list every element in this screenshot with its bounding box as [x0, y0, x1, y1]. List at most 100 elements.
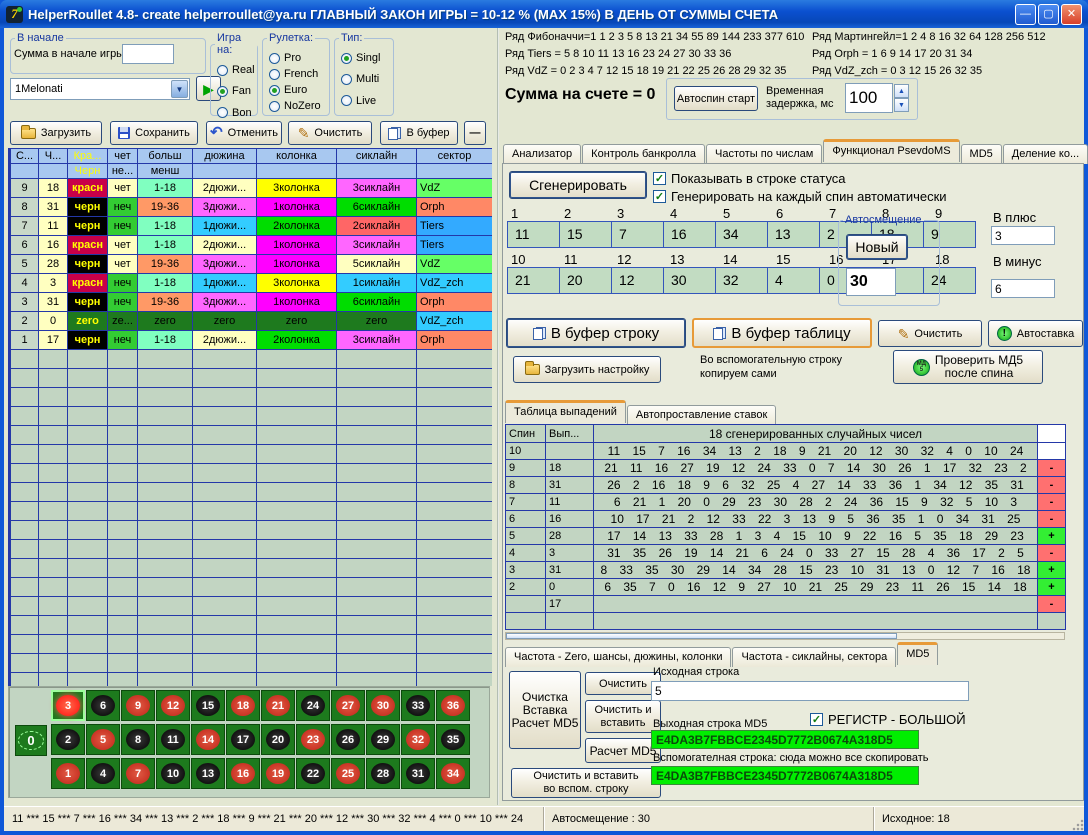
- preset-combo[interactable]: 1Melonati ▼: [10, 78, 190, 100]
- register-checkbox[interactable]: ✓ РЕГИСТР - БОЛЬШОЙ: [810, 712, 966, 727]
- очистить-button[interactable]: ✎Очистить: [288, 121, 372, 145]
- column-header[interactable]: [257, 164, 337, 179]
- radio-option-real[interactable]: Real: [217, 64, 255, 76]
- roulette-cell-34[interactable]: 34: [436, 758, 470, 789]
- column-header[interactable]: сектор: [417, 149, 493, 164]
- md5-calc-button[interactable]: Расчет MD5: [585, 738, 661, 763]
- column-header[interactable]: чет: [108, 149, 138, 164]
- roulette-cell-1[interactable]: 1: [51, 758, 85, 789]
- roulette-cell-12[interactable]: 12: [156, 690, 190, 721]
- roulette-cell-33[interactable]: 33: [401, 690, 435, 721]
- spinner-up-icon[interactable]: ▲: [894, 84, 909, 98]
- radio-option-bon[interactable]: Bon: [217, 107, 252, 119]
- column-header[interactable]: С...: [11, 149, 39, 164]
- roulette-cell-4[interactable]: 4: [86, 758, 120, 789]
- spin-table-scrollbar[interactable]: [505, 632, 1065, 640]
- в буфер-button[interactable]: В буфер: [380, 121, 458, 145]
- roulette-cell-36[interactable]: 36: [436, 690, 470, 721]
- roulette-cell-27[interactable]: 27: [331, 690, 365, 721]
- roulette-cell-30[interactable]: 30: [366, 690, 400, 721]
- clear-gen-button[interactable]: ✎ Очистить: [878, 320, 982, 347]
- roulette-cell-16[interactable]: 16: [226, 758, 260, 789]
- collapse-button[interactable]: —: [464, 121, 486, 145]
- column-header[interactable]: [417, 164, 493, 179]
- roulette-cell-zero[interactable]: 0: [15, 725, 47, 756]
- column-header[interactable]: [193, 164, 257, 179]
- radio-option-nozero[interactable]: NoZero: [269, 100, 321, 112]
- roulette-cell-24[interactable]: 24: [296, 690, 330, 721]
- column-header[interactable]: [337, 164, 417, 179]
- roulette-cell-14[interactable]: 14: [191, 724, 225, 755]
- delay-input[interactable]: [845, 83, 893, 113]
- subtab-1[interactable]: Автопроставление ставок: [627, 405, 776, 425]
- md5-clear-paste-aux-button[interactable]: Очистить и вставить во вспом. строку: [511, 768, 661, 798]
- roulette-cell-6[interactable]: 6: [86, 690, 120, 721]
- md5-source-input[interactable]: [651, 681, 969, 701]
- minus-input[interactable]: [991, 279, 1055, 298]
- roulette-cell-13[interactable]: 13: [191, 758, 225, 789]
- md5-clear-button[interactable]: Очистить: [585, 672, 661, 695]
- radio-option-pro[interactable]: Pro: [269, 52, 301, 64]
- roulette-cell-21[interactable]: 21: [261, 690, 295, 721]
- offset-value-input[interactable]: [846, 268, 896, 296]
- generate-button[interactable]: Сгенерировать: [509, 171, 647, 199]
- roulette-cell-7[interactable]: 7: [121, 758, 155, 789]
- start-sum-input[interactable]: [122, 44, 174, 64]
- roulette-cell-3[interactable]: 3: [51, 690, 85, 721]
- column-header[interactable]: сиклайн: [337, 149, 417, 164]
- roulette-cell-15[interactable]: 15: [191, 690, 225, 721]
- tab-3[interactable]: Функционал PsevdoMS: [823, 139, 959, 162]
- tab-0[interactable]: Анализатор: [503, 144, 581, 164]
- roulette-cell-10[interactable]: 10: [156, 758, 190, 789]
- freqtab-0[interactable]: Частота - Zero, шансы, дюжины, колонки: [505, 647, 731, 667]
- radio-option-french[interactable]: French: [269, 68, 318, 80]
- radio-option-multi[interactable]: Multi: [341, 73, 379, 85]
- roulette-cell-26[interactable]: 26: [331, 724, 365, 755]
- freqtab-2[interactable]: MD5: [897, 642, 938, 665]
- column-header[interactable]: Ч...: [39, 149, 68, 164]
- roulette-cell-9[interactable]: 9: [121, 690, 155, 721]
- spinner-down-icon[interactable]: ▼: [894, 98, 909, 112]
- column-header[interactable]: не...: [108, 164, 138, 179]
- maximize-button[interactable]: ▢: [1038, 4, 1059, 25]
- radio-option-fan[interactable]: Fan: [217, 85, 251, 97]
- autospin-start-button[interactable]: Автоспин старт: [674, 86, 758, 111]
- load-settings-button[interactable]: Загрузить настройку: [513, 356, 661, 383]
- scrollbar-thumb[interactable]: [506, 633, 897, 639]
- roulette-cell-20[interactable]: 20: [261, 724, 295, 755]
- new-offset-button[interactable]: Новый: [846, 234, 908, 260]
- md5-big-button[interactable]: Очистка Вставка Расчет MD5: [509, 671, 581, 749]
- column-header[interactable]: больш: [138, 149, 193, 164]
- tab-2[interactable]: Частоты по числам: [706, 144, 822, 164]
- tab-5[interactable]: Деление ко...: [1003, 144, 1088, 164]
- buffer-table-button[interactable]: В буфер таблицу: [692, 318, 872, 348]
- сохранить-button[interactable]: Сохранить: [110, 121, 198, 145]
- roulette-cell-2[interactable]: 2: [51, 724, 85, 755]
- check-md5-button[interactable]: МД5 Проверить МД5 после спина: [893, 350, 1043, 384]
- отменить-button[interactable]: ↶Отменить: [206, 121, 282, 145]
- roulette-cell-5[interactable]: 5: [86, 724, 120, 755]
- close-button[interactable]: ✕: [1061, 4, 1082, 25]
- combo-dropdown-icon[interactable]: ▼: [171, 80, 188, 98]
- roulette-cell-17[interactable]: 17: [226, 724, 260, 755]
- resize-grip[interactable]: [1072, 819, 1084, 831]
- roulette-cell-8[interactable]: 8: [121, 724, 155, 755]
- column-header[interactable]: менш: [138, 164, 193, 179]
- roulette-cell-31[interactable]: 31: [401, 758, 435, 789]
- buffer-line-button[interactable]: В буфер строку: [506, 318, 686, 348]
- roulette-cell-35[interactable]: 35: [436, 724, 470, 755]
- minimize-button[interactable]: —: [1015, 4, 1036, 25]
- roulette-cell-32[interactable]: 32: [401, 724, 435, 755]
- column-header[interactable]: дюжина: [193, 149, 257, 164]
- show-status-checkbox[interactable]: ✓ Показывать в строке статуса: [653, 171, 846, 186]
- md5-clear-paste-button[interactable]: Очистить и вставить: [585, 700, 661, 733]
- radio-option-singl[interactable]: Singl: [341, 52, 380, 64]
- roulette-cell-18[interactable]: 18: [226, 690, 260, 721]
- radio-option-euro[interactable]: Euro: [269, 84, 307, 96]
- roulette-cell-25[interactable]: 25: [331, 758, 365, 789]
- auto-generate-checkbox[interactable]: ✓ Генерировать на каждый спин автоматиче…: [653, 189, 947, 204]
- autostake-button[interactable]: ! Автоставка: [988, 320, 1083, 347]
- tab-1[interactable]: Контроль банкролла: [582, 144, 705, 164]
- column-header[interactable]: [39, 164, 68, 179]
- column-header[interactable]: [11, 164, 39, 179]
